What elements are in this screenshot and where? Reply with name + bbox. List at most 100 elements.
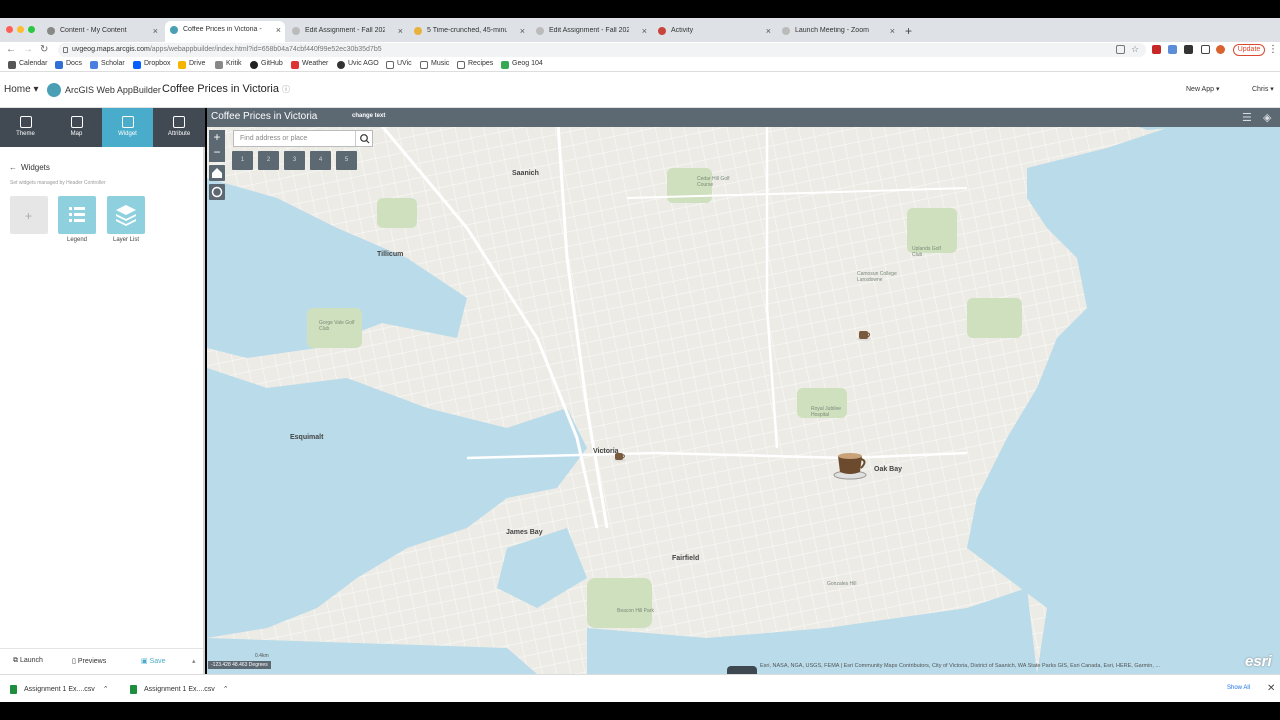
coordinate-readout: -123.428 48.463 Degrees [208, 661, 271, 669]
place-label: Beacon Hill Park [617, 608, 654, 614]
close-window-icon[interactable] [6, 26, 13, 33]
bookmark-folder[interactable]: Recipes [457, 60, 493, 69]
new-app-menu[interactable]: New App ▾ [1186, 85, 1220, 93]
download-item[interactable]: Assignment 1 Ex....csv ⌃ [10, 685, 109, 694]
tab-widget[interactable]: Widget [102, 108, 153, 147]
coffee-cup-icon[interactable] [833, 450, 869, 480]
bookmark-icon [55, 61, 63, 69]
forward-icon[interactable]: → [23, 44, 33, 55]
tab-favicon-icon [47, 27, 55, 35]
place-label: James Bay [506, 529, 543, 536]
home-button[interactable] [209, 165, 225, 181]
tab-attribute[interactable]: Attribute [153, 108, 205, 147]
zoom-in-button[interactable]: + [209, 130, 225, 145]
address-search[interactable]: Find address or place [233, 130, 373, 147]
save-button[interactable]: ▣ Save [141, 657, 166, 665]
map-title[interactable]: Coffee Prices in Victoria [211, 111, 317, 122]
browser-tab[interactable]: Activity × [653, 22, 775, 42]
place-label: Fairfield [672, 555, 700, 562]
zoom-out-button[interactable]: − [209, 145, 225, 160]
close-tab-icon[interactable]: × [766, 26, 771, 36]
search-button[interactable] [355, 131, 372, 146]
coffee-cup-icon[interactable] [613, 450, 627, 462]
close-tab-icon[interactable]: × [890, 26, 895, 36]
bookmark-icon [291, 61, 299, 69]
bookmark-item[interactable]: Dropbox [133, 60, 170, 69]
list-icon[interactable]: ☰ [1242, 111, 1252, 124]
change-text-link[interactable]: change text [352, 113, 385, 119]
url-field[interactable]: uvgeog.maps.arcgis.com/apps/webappbuilde… [58, 43, 1146, 57]
close-icon[interactable]: ✕ [1267, 683, 1275, 694]
widget-placeholder-slot[interactable]: 3 [284, 151, 305, 170]
browser-tab[interactable]: Edit Assignment - Fall 2022 G× [287, 22, 407, 42]
launch-button[interactable]: ⧉ Launch [13, 657, 43, 665]
layers-icon[interactable]: ◈ [1263, 111, 1271, 124]
widgets-back-link[interactable]: ← Widgets [9, 163, 50, 172]
new-tab-button[interactable]: + [905, 24, 912, 38]
builder-nav-tabs: Theme Map Widget Attribute [0, 108, 205, 147]
bookmark-icon [501, 61, 509, 69]
show-all-downloads-link[interactable]: Show All [1227, 685, 1250, 691]
side-panel-icon[interactable] [1201, 45, 1210, 54]
close-tab-icon[interactable]: × [276, 25, 281, 35]
user-menu[interactable]: Chris ▾ [1252, 85, 1274, 93]
bookmark-item[interactable]: Geog 104 [501, 60, 543, 69]
bookmark-item[interactable]: Docs [55, 60, 82, 69]
locate-button[interactable] [209, 184, 225, 200]
widget-placeholder-slot[interactable]: 4 [310, 151, 331, 170]
close-tab-icon[interactable]: × [520, 26, 525, 36]
close-tab-icon[interactable]: × [398, 26, 403, 36]
browser-tab[interactable]: Launch Meeting - Zoom × [777, 22, 899, 42]
close-tab-icon[interactable]: × [642, 26, 647, 36]
tab-theme[interactable]: Theme [0, 108, 51, 147]
save-menu-chevron-icon[interactable]: ▴ [192, 657, 196, 665]
bookmark-item[interactable]: Uvic AGO [337, 60, 379, 69]
csv-file-icon [10, 685, 17, 694]
tab-map[interactable]: Map [51, 108, 102, 147]
app-header: Home ▾ ArcGIS Web AppBuilder Coffee Pric… [0, 72, 1280, 108]
browser-tab[interactable]: Edit Assignment - Fall 2022 G× [531, 22, 651, 42]
extension-icon[interactable] [1168, 45, 1177, 54]
bookmark-item[interactable]: Calendar [8, 60, 47, 69]
download-item[interactable]: Assignment 1 Ex....csv ⌃ [130, 685, 229, 694]
previews-button[interactable]: ▯ Previews [72, 657, 106, 665]
coffee-cup-icon[interactable] [856, 328, 872, 342]
update-button[interactable]: Update [1233, 44, 1265, 56]
bookmark-folder[interactable]: Music [420, 60, 449, 69]
minimize-window-icon[interactable] [17, 26, 24, 33]
browser-tab-active[interactable]: Coffee Prices in Victoria - ArcG× [165, 21, 285, 42]
bookmark-item[interactable]: Kritik [215, 60, 242, 69]
bookmark-item[interactable]: Scholar [90, 60, 125, 69]
back-icon[interactable]: ← [6, 44, 16, 55]
reload-icon[interactable]: ↻ [40, 44, 48, 55]
bookmark-item[interactable]: Drive [178, 60, 205, 69]
maximize-window-icon[interactable] [28, 26, 35, 33]
widget-placeholder-slot[interactable]: 2 [258, 151, 279, 170]
star-icon[interactable]: ☆ [1131, 45, 1140, 54]
profile-avatar[interactable] [1216, 45, 1225, 54]
menu-kebab-icon[interactable]: ⋮ [1268, 44, 1278, 55]
empty-widget-slot[interactable]: + [10, 196, 48, 234]
widget-placeholder-slot[interactable]: 1 [232, 151, 253, 170]
info-icon[interactable]: ⓘ [282, 85, 290, 94]
chevron-up-icon[interactable]: ⌃ [223, 686, 229, 693]
bookmark-folder[interactable]: UVic [386, 60, 412, 69]
bookmark-icon [178, 61, 186, 69]
place-label: Saanich [512, 170, 539, 177]
close-tab-icon[interactable]: × [153, 26, 158, 36]
app-title[interactable]: Coffee Prices in Victoria ⓘ [162, 83, 290, 95]
legend-widget[interactable] [58, 196, 96, 234]
map-view[interactable]: Coffee Prices in Victoria change text ☰ … [207, 108, 1280, 674]
extension-icon[interactable] [1152, 45, 1161, 54]
share-icon[interactable] [1116, 45, 1125, 54]
extensions-puzzle-icon[interactable] [1184, 45, 1193, 54]
attribution-toggle[interactable] [727, 666, 757, 674]
browser-tab[interactable]: 5 Time-crunched, 45-minute × [409, 22, 529, 42]
layer-list-widget[interactable] [107, 196, 145, 234]
bookmark-item[interactable]: Weather [291, 60, 328, 69]
home-menu[interactable]: Home ▾ [4, 84, 39, 95]
bookmark-item[interactable]: GitHub [250, 60, 283, 69]
browser-tab[interactable]: Content - My Content × [42, 22, 162, 42]
chevron-up-icon[interactable]: ⌃ [103, 686, 109, 693]
widget-placeholder-slot[interactable]: 5 [336, 151, 357, 170]
